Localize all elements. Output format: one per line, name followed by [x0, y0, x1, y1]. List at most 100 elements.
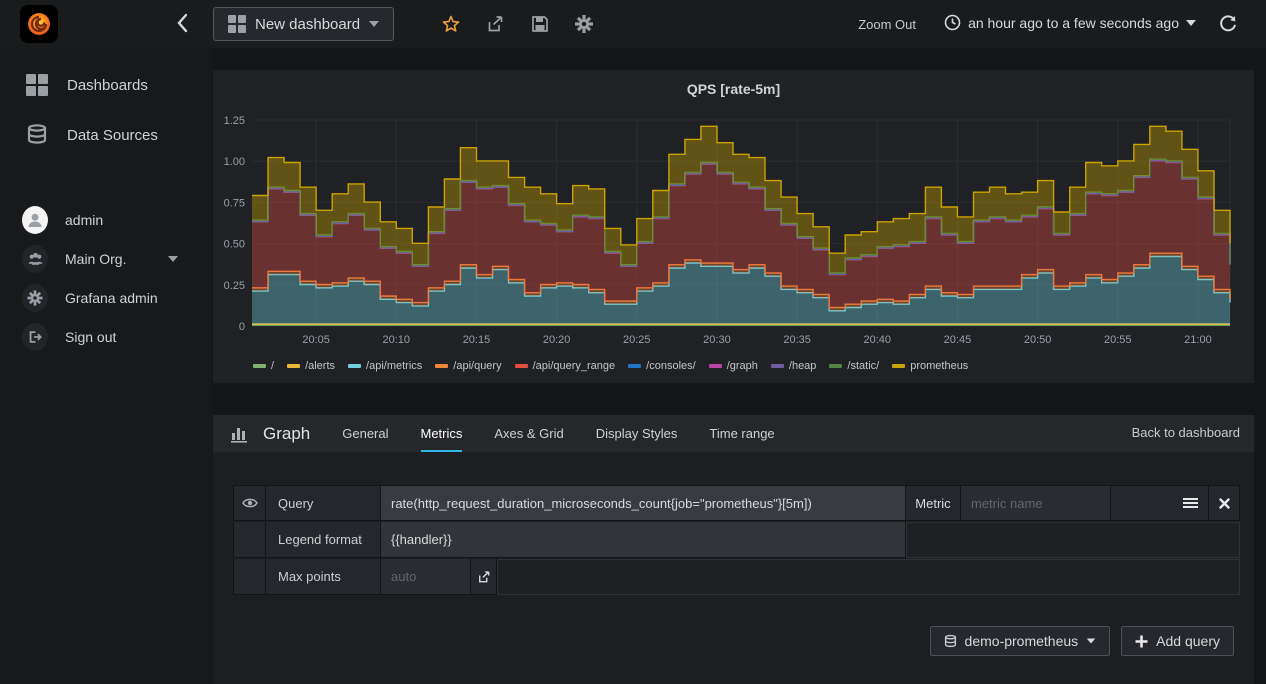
- legend-item[interactable]: /api/metrics: [348, 360, 422, 372]
- x-tick-label: 20:25: [623, 334, 651, 346]
- chart-legend: / /alerts/api/metrics/api/query/api/query…: [253, 360, 968, 372]
- time-range-label: an hour ago to a few seconds ago: [968, 14, 1179, 31]
- tab-display-styles[interactable]: Display Styles: [596, 415, 678, 452]
- database-icon: [24, 123, 50, 147]
- legend-item[interactable]: /consoles/: [628, 360, 696, 372]
- panel-type-title: Graph: [263, 423, 311, 443]
- legend-color-chip: [708, 364, 722, 368]
- user-avatar-icon: [22, 206, 48, 234]
- zoom-out-button[interactable]: Zoom Out: [858, 17, 916, 32]
- back-to-dashboard-link[interactable]: Back to dashboard: [1132, 425, 1240, 440]
- metric-name-input[interactable]: [961, 485, 1111, 521]
- legend-item[interactable]: prometheus: [892, 360, 968, 372]
- row-filler: [497, 559, 1240, 595]
- y-tick-label: 1.25: [224, 115, 245, 127]
- sign-out-icon: [22, 323, 48, 351]
- sidebar-item-sign-out[interactable]: Sign out: [0, 317, 212, 357]
- tab-time-range[interactable]: Time range: [709, 415, 774, 452]
- share-icon[interactable]: [486, 15, 504, 33]
- legend-item[interactable]: /: [253, 360, 274, 372]
- legend-color-chip: [435, 364, 449, 368]
- legend-format-field[interactable]: [391, 532, 905, 547]
- legend-item[interactable]: /graph: [708, 360, 758, 372]
- legend-color-chip: [514, 364, 528, 368]
- panel-editor: Graph General Metrics Axes & Grid Displa…: [213, 415, 1254, 684]
- star-icon[interactable]: [442, 15, 460, 33]
- legend-series-label: /api/query: [453, 360, 502, 372]
- query-input-field[interactable]: [391, 495, 905, 511]
- legend-item[interactable]: /static/: [829, 360, 879, 372]
- caret-down-icon: [1186, 19, 1196, 26]
- x-tick-label: 20:05: [302, 334, 330, 346]
- legend-format-row: Legend format: [233, 522, 1240, 558]
- sidebar-item-main-org[interactable]: Main Org.: [0, 239, 212, 279]
- max-points-input[interactable]: [381, 559, 471, 595]
- top-navbar: New dashboard Zoom Out an hour ago to a …: [0, 0, 1266, 48]
- tab-metrics[interactable]: Metrics: [420, 415, 463, 452]
- x-tick-label: 20:20: [543, 334, 571, 346]
- sidebar-item-label: Dashboards: [67, 76, 148, 94]
- legend-item[interactable]: /alerts: [287, 360, 335, 372]
- metric-name-field[interactable]: [961, 495, 1110, 511]
- row-spacer: [233, 522, 266, 558]
- editor-tabs: General Metrics Axes & Grid Display Styl…: [342, 415, 775, 452]
- tab-general[interactable]: General: [342, 415, 388, 452]
- metric-label: Metric: [906, 485, 961, 521]
- dashboard-picker-button[interactable]: New dashboard: [213, 7, 395, 41]
- legend-series-label: /alerts: [305, 360, 336, 372]
- sidebar-item-dashboards[interactable]: Dashboards: [0, 65, 212, 105]
- add-query-button[interactable]: Add query: [1121, 626, 1234, 656]
- x-tick-label: 20:45: [944, 334, 972, 346]
- gear-icon: [22, 284, 48, 312]
- x-tick-label: 21:00: [1184, 334, 1212, 346]
- refresh-icon[interactable]: [1219, 15, 1237, 33]
- datasource-picker-button[interactable]: demo-prometheus: [929, 626, 1111, 656]
- plus-icon: [1135, 635, 1148, 647]
- x-tick-label: 20:30: [703, 334, 731, 346]
- caret-down-icon: [369, 21, 380, 27]
- org-users-icon: [22, 245, 48, 273]
- legend-series-label: /graph: [726, 360, 758, 372]
- legend-color-chip: [287, 364, 301, 368]
- y-tick-label: 0.75: [224, 197, 245, 209]
- tab-axes-grid[interactable]: Axes & Grid: [494, 415, 563, 452]
- sidebar-item-data-sources[interactable]: Data Sources: [0, 115, 212, 155]
- legend-series-label: /api/query_range: [532, 360, 616, 372]
- back-chevron-icon[interactable]: [176, 13, 188, 33]
- legend-series-label: /: [271, 360, 275, 372]
- sidebar-item-admin[interactable]: admin: [0, 200, 212, 240]
- caret-down-icon: [168, 256, 179, 262]
- save-icon[interactable]: [531, 15, 549, 33]
- legend-color-chip: [829, 364, 843, 368]
- sidebar-item-grafana-admin[interactable]: Grafana admin: [0, 278, 212, 318]
- add-query-label: Add query: [1156, 633, 1220, 649]
- chart-panel: QPS [rate-5m] 0 0.25 0.50 0.75 1.00 1.25 20:05…: [213, 70, 1254, 383]
- legend-format-input[interactable]: [381, 522, 906, 558]
- x-tick-label: 20:10: [383, 334, 411, 346]
- toggle-query-visibility-button[interactable]: [233, 485, 266, 521]
- legend-item[interactable]: /api/query: [435, 360, 502, 372]
- chart-title: QPS [rate-5m]: [686, 81, 781, 97]
- sidebar: Dashboards Data Sources admin Main Org. …: [0, 48, 212, 684]
- query-label: Query: [266, 485, 381, 521]
- legend-series-label: prometheus: [910, 360, 969, 372]
- menu-icon[interactable]: [1183, 497, 1198, 509]
- sidebar-item-label: Main Org.: [65, 251, 127, 267]
- row-spacer: [233, 559, 266, 595]
- max-points-field[interactable]: [381, 569, 470, 584]
- panel-editor-header: Graph General Metrics Axes & Grid Displa…: [213, 415, 1254, 452]
- max-points-link-button[interactable]: [471, 559, 497, 595]
- grafana-logo[interactable]: [20, 5, 58, 43]
- remove-query-button[interactable]: [1209, 485, 1240, 521]
- time-range-picker[interactable]: an hour ago to a few seconds ago: [944, 14, 1196, 31]
- bar-chart-icon: [231, 427, 247, 443]
- query-input[interactable]: [381, 485, 906, 521]
- legend-item[interactable]: /heap: [770, 360, 816, 372]
- y-tick-label: 0.50: [224, 239, 245, 251]
- legend-item[interactable]: /api/query_range: [514, 360, 616, 372]
- grid-icon: [228, 15, 246, 33]
- clock-icon: [944, 14, 961, 31]
- query-editor: Query Metric Legend format: [233, 485, 1240, 596]
- gear-icon[interactable]: [575, 15, 593, 33]
- chart-plot-area[interactable]: 0 0.25 0.50 0.75 1.00 1.25 20:05 20:10 20:15 20:2…: [213, 106, 1254, 356]
